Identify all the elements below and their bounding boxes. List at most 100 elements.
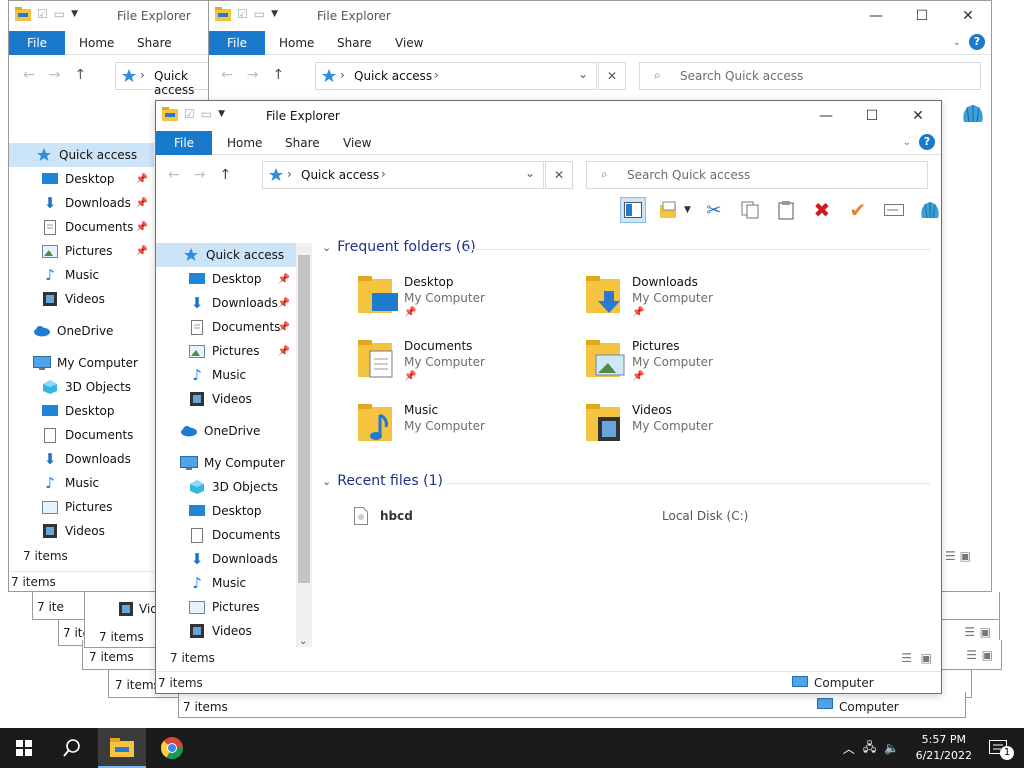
close-icon[interactable]: ✕	[895, 101, 941, 131]
folder-tile-videos[interactable]: Videos My Computer	[584, 401, 804, 459]
folder-options-icon[interactable]	[656, 197, 682, 223]
search-box[interactable]: ⌕ Search Quick access	[586, 161, 928, 189]
taskbar-chrome[interactable]	[148, 728, 196, 768]
volume-icon[interactable]: 🔈	[884, 741, 899, 755]
nav-videos-2[interactable]: Videos	[156, 619, 296, 643]
nav-3d-objects[interactable]: 3D Objects	[156, 475, 296, 499]
shell-icon[interactable]	[958, 100, 986, 128]
new-folder-icon[interactable]: ▭	[54, 7, 65, 21]
maximize-icon[interactable]: ☐	[899, 1, 945, 31]
tab-share[interactable]: Share	[337, 31, 372, 55]
taskbar-file-explorer[interactable]	[98, 728, 146, 768]
scroll-down-icon[interactable]: ⌄	[299, 636, 307, 647]
folder-tile-downloads[interactable]: Downloads My Computer 📌	[584, 273, 804, 331]
help-icon[interactable]: ?	[969, 34, 985, 50]
clock[interactable]: 5:57 PM 6/21/2022	[916, 732, 972, 764]
preview-pane-icon[interactable]	[620, 197, 646, 223]
nav-desktop-2[interactable]: Desktop	[9, 399, 154, 423]
nav-videos[interactable]: Videos	[156, 387, 296, 411]
shell-icon[interactable]	[917, 197, 941, 223]
address-bar[interactable]: › Quick access	[115, 62, 217, 97]
title-bar[interactable]: ☑ ▭ ▼ File Explorer — ☐ ✕	[156, 101, 941, 131]
rename-icon[interactable]	[881, 197, 907, 223]
recent-file-row[interactable]: hbcd Local Disk (C:)	[350, 505, 910, 529]
nav-onedrive[interactable]: OneDrive	[9, 319, 154, 343]
nav-downloads[interactable]: ⬇ Downloads 📌	[156, 291, 296, 315]
nav-3d-objects[interactable]: 3D Objects	[9, 375, 154, 399]
details-view-icon[interactable]: ☰	[966, 648, 977, 662]
copy-icon[interactable]	[737, 197, 763, 223]
close-icon[interactable]: ✕	[945, 1, 991, 31]
address-dropdown-icon[interactable]: ⌄	[578, 67, 588, 81]
address-bar[interactable]: › Quick access › ⌄	[262, 161, 544, 189]
chevron-up-icon[interactable]: ︿	[843, 740, 855, 757]
up-arrow-icon[interactable]: ↑	[74, 67, 86, 83]
back-arrow-icon[interactable]: ←	[221, 67, 233, 83]
nav-documents-2[interactable]: Documents	[156, 523, 296, 547]
tiles-view-icon[interactable]: ▣	[980, 625, 991, 639]
properties-icon[interactable]: ☑	[37, 7, 48, 21]
title-bar[interactable]: ☑ ▭ ▼ File Explorer — ☐ ✕	[209, 1, 991, 31]
action-center-button[interactable]: 1	[980, 728, 1016, 768]
minimize-icon[interactable]: —	[803, 101, 849, 131]
paste-icon[interactable]	[773, 197, 799, 223]
forward-arrow-icon[interactable]: →	[49, 67, 61, 83]
start-button[interactable]	[0, 728, 48, 768]
nav-documents-2[interactable]: Documents	[9, 423, 154, 447]
tab-view[interactable]: View	[343, 131, 371, 155]
tiles-view-icon[interactable]: ▣	[921, 651, 932, 665]
tab-file[interactable]: File	[209, 31, 265, 55]
toolbar-dropdown-icon[interactable]: ▼	[684, 205, 691, 215]
nav-pictures[interactable]: Pictures 📌	[9, 239, 154, 263]
qat-dropdown-icon[interactable]: ▼	[271, 9, 278, 19]
tiles-view-icon[interactable]: ▣	[960, 549, 971, 563]
details-view-icon[interactable]: ☰	[945, 549, 956, 563]
nav-videos-2[interactable]: Videos	[9, 519, 154, 543]
forward-arrow-icon[interactable]: →	[194, 167, 206, 183]
tab-home[interactable]: Home	[79, 31, 114, 55]
explorer-window-back-7[interactable]: 7 items Computer	[178, 692, 966, 718]
tab-file[interactable]: File	[9, 31, 65, 55]
back-arrow-icon[interactable]: ←	[168, 167, 180, 183]
search-box[interactable]: ⌕ Search Quick access	[639, 62, 981, 90]
properties-icon[interactable]: ☑	[184, 107, 195, 121]
search-button[interactable]	[48, 728, 96, 768]
forward-arrow-icon[interactable]: →	[247, 67, 259, 83]
nav-quick-access[interactable]: Quick access	[9, 143, 154, 167]
nav-pictures-2[interactable]: Pictures	[9, 495, 154, 519]
back-arrow-icon[interactable]: ←	[23, 67, 35, 83]
folder-tile-documents[interactable]: Documents My Computer 📌	[356, 337, 576, 395]
clear-address-button[interactable]: ✕	[598, 62, 626, 90]
nav-scrollbar[interactable]: ⌄	[296, 243, 312, 647]
title-bar[interactable]: ☑ ▭ ▼ File Explorer	[9, 1, 217, 31]
nav-desktop-2[interactable]: Desktop	[156, 499, 296, 523]
tab-share[interactable]: Share	[137, 31, 172, 55]
nav-my-computer[interactable]: My Computer	[9, 351, 154, 375]
expand-ribbon-icon[interactable]: ⌄	[903, 137, 911, 148]
explorer-window-active[interactable]: ☑ ▭ ▼ File Explorer — ☐ ✕ File Home Shar…	[155, 100, 942, 694]
new-folder-icon[interactable]: ▭	[201, 107, 212, 121]
clear-address-button[interactable]: ✕	[545, 161, 573, 189]
folder-tile-desktop[interactable]: Desktop My Computer 📌	[356, 273, 576, 331]
nav-downloads-2[interactable]: ⬇ Downloads	[156, 547, 296, 571]
explorer-window-back-8[interactable]: Vid 7 items	[84, 592, 156, 648]
tab-home[interactable]: Home	[279, 31, 314, 55]
up-arrow-icon[interactable]: ↑	[219, 167, 231, 183]
nav-my-computer[interactable]: My Computer	[156, 451, 296, 475]
tiles-view-icon[interactable]: ▣	[982, 648, 993, 662]
nav-documents[interactable]: Documents 📌	[9, 215, 154, 239]
checkmark-icon[interactable]: ✔	[845, 197, 871, 223]
properties-icon[interactable]: ☑	[237, 7, 248, 21]
maximize-icon[interactable]: ☐	[849, 101, 895, 131]
nav-music[interactable]: ♪ Music	[9, 263, 154, 287]
address-dropdown-icon[interactable]: ⌄	[525, 166, 535, 180]
nav-music[interactable]: ♪ Music	[156, 363, 296, 387]
nav-scrollbar-thumb[interactable]	[298, 255, 310, 583]
nav-pictures[interactable]: Pictures 📌	[156, 339, 296, 363]
new-folder-icon[interactable]: ▭	[254, 7, 265, 21]
nav-documents[interactable]: Documents 📌	[156, 315, 296, 339]
address-bar[interactable]: › Quick access › ⌄	[315, 62, 597, 90]
nav-downloads[interactable]: ⬇ Downloads 📌	[9, 191, 154, 215]
details-view-icon[interactable]: ☰	[901, 651, 912, 665]
minimize-icon[interactable]: —	[853, 1, 899, 31]
